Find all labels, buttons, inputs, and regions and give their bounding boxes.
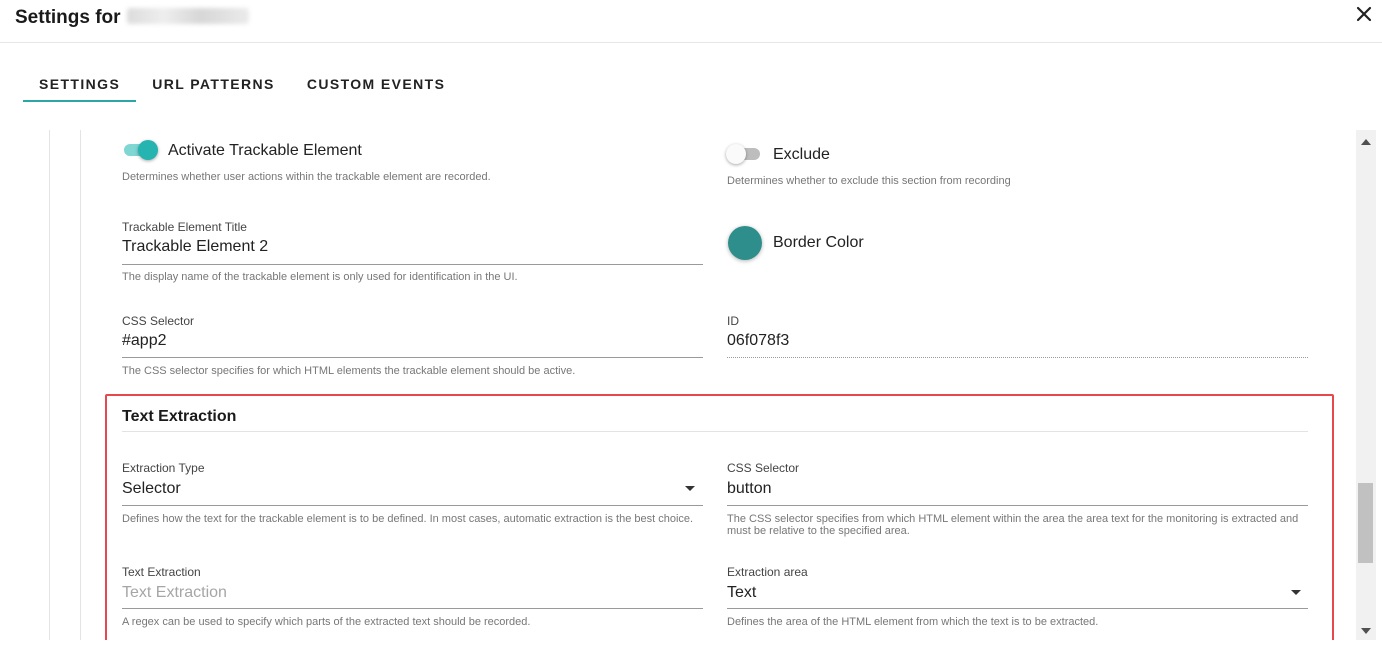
- css-selector-help: The CSS selector specifies for which HTM…: [122, 365, 576, 377]
- vertical-scrollbar[interactable]: [1356, 130, 1376, 640]
- activate-toggle[interactable]: [122, 140, 158, 160]
- css-selector-label: CSS Selector: [122, 314, 195, 328]
- settings-content: Activate Trackable Element Determines wh…: [0, 130, 1356, 640]
- tab-url-patterns[interactable]: URL PATTERNS: [136, 66, 291, 102]
- id-field-label: ID: [727, 314, 739, 328]
- scrollbar-thumb[interactable]: [1358, 483, 1373, 563]
- css-selector-input[interactable]: #app2: [122, 332, 167, 350]
- exclude-toggle[interactable]: [726, 144, 762, 164]
- exclude-label: Exclude: [773, 146, 830, 163]
- scroll-down-icon[interactable]: [1361, 628, 1371, 634]
- dialog-title: Settings for: [15, 7, 249, 29]
- title-field-label: Trackable Element Title: [122, 220, 247, 234]
- tab-bar: SETTINGS URL PATTERNS CUSTOM EVENTS: [23, 66, 461, 102]
- tab-settings[interactable]: SETTINGS: [23, 66, 137, 102]
- scroll-up-icon[interactable]: [1361, 139, 1371, 145]
- border-color-label: Border Color: [773, 234, 864, 251]
- activate-label: Activate Trackable Element: [168, 142, 362, 159]
- id-field-underline: [727, 357, 1308, 358]
- tree-guide-line: [49, 130, 50, 640]
- dialog-header: Settings for: [0, 0, 1382, 43]
- border-color-swatch[interactable]: [728, 226, 762, 260]
- title-field-help: The display name of the trackable elemen…: [122, 271, 518, 283]
- activate-help: Determines whether user actions within t…: [122, 171, 491, 183]
- toggle-knob: [138, 140, 158, 160]
- exclude-help: Determines whether to exclude this secti…: [727, 175, 1011, 187]
- tab-custom-events[interactable]: CUSTOM EVENTS: [291, 66, 462, 102]
- dialog-title-text: Settings for: [15, 7, 121, 28]
- title-field-input[interactable]: Trackable Element 2: [122, 238, 268, 256]
- id-field-value: 06f078f3: [727, 332, 790, 349]
- tree-guide-line: [80, 130, 81, 640]
- redacted-host: [126, 8, 249, 24]
- close-icon[interactable]: [1352, 2, 1376, 26]
- highlight-box: [105, 394, 1334, 640]
- css-selector-underline: [122, 357, 703, 358]
- toggle-knob: [726, 144, 746, 164]
- title-field-underline: [122, 264, 703, 265]
